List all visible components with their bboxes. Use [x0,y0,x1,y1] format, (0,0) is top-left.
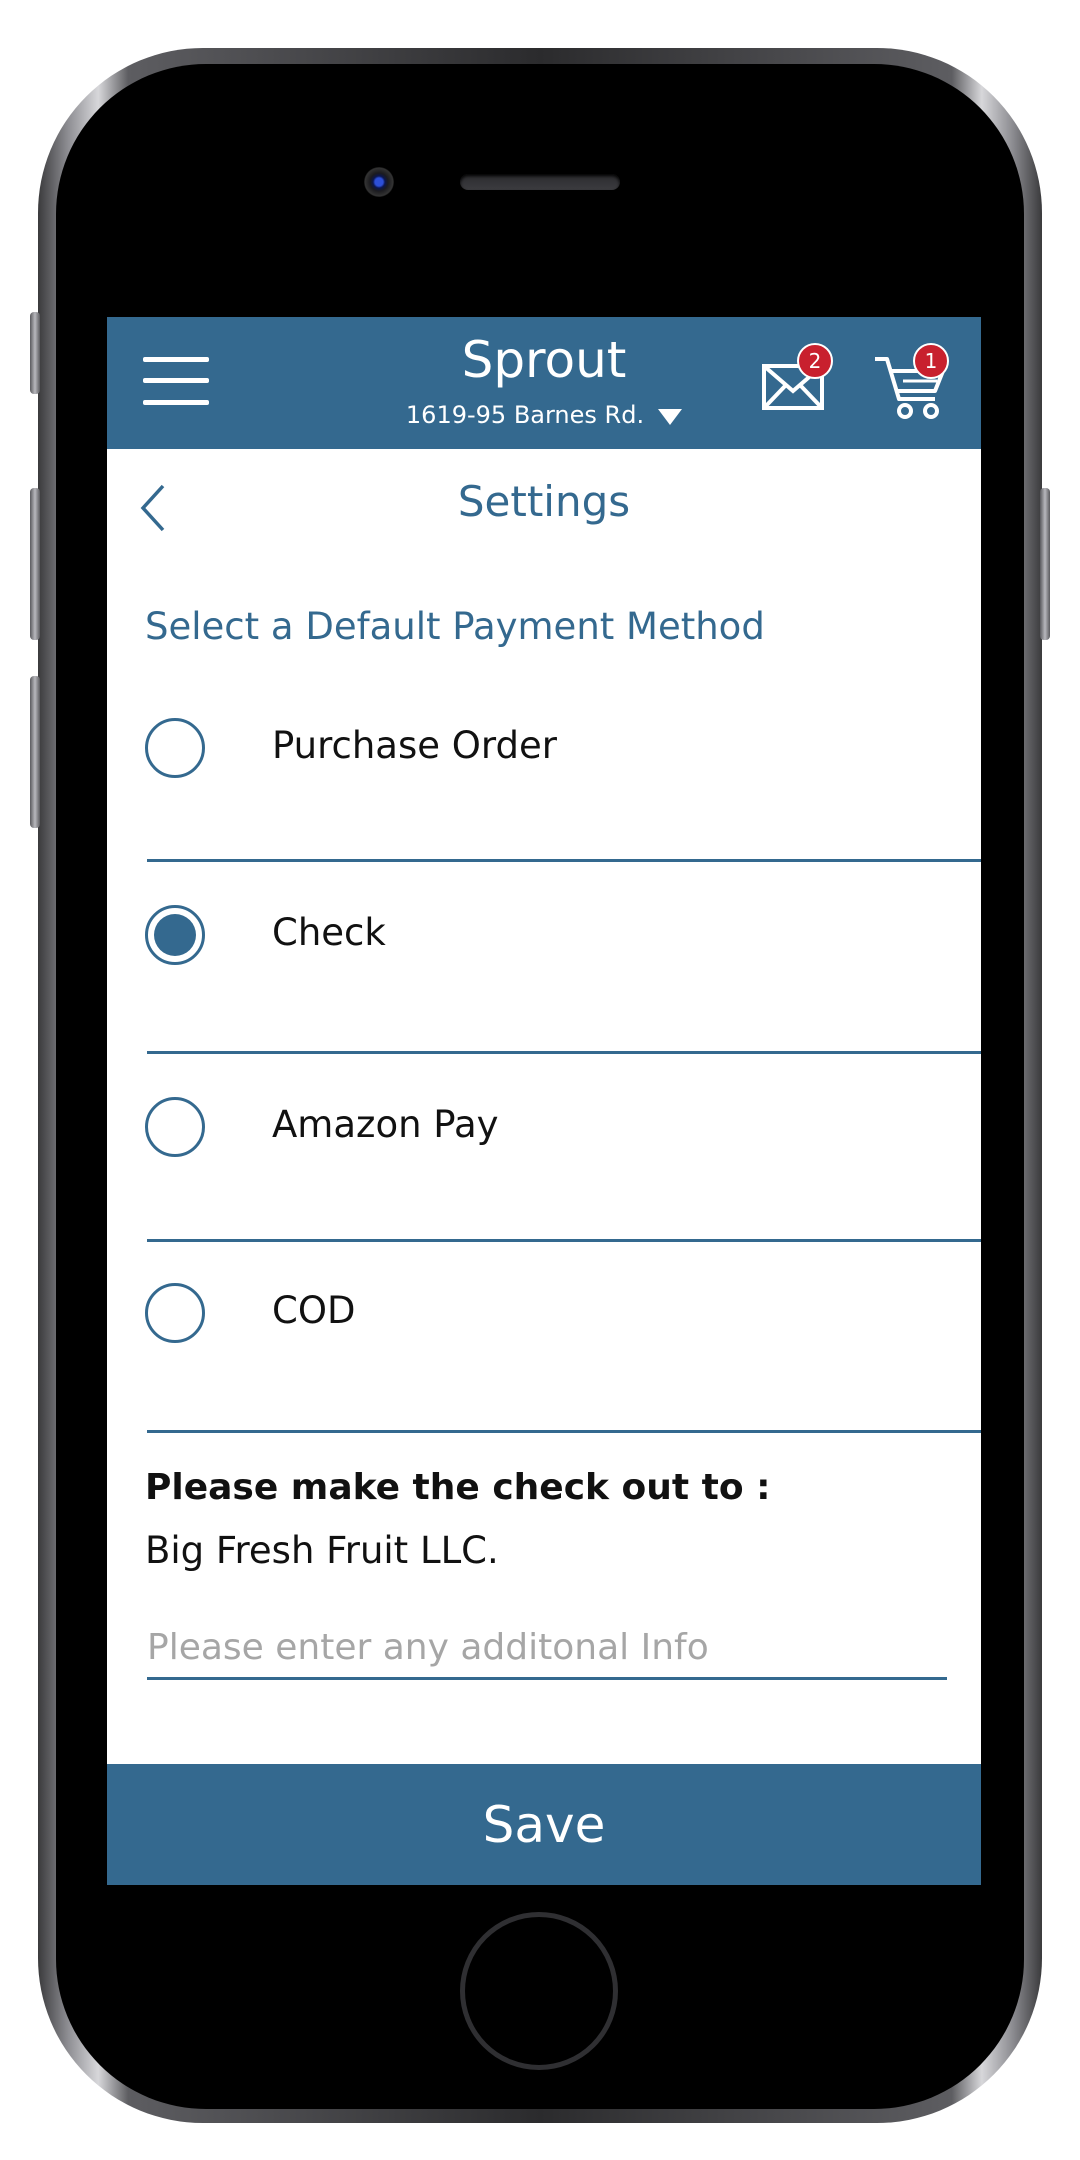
volume-down-button [30,676,40,828]
app-header: Sprout 1619-95 Barnes Rd. 2 1 [107,317,981,449]
speaker-grille [460,174,620,190]
check-payee-name: Big Fresh Fruit LLC. [145,1529,499,1572]
location-selector[interactable]: 1619-95 Barnes Rd. [357,401,731,429]
save-button[interactable]: Save [107,1764,981,1885]
hamburger-icon[interactable] [143,357,209,405]
option-label: Check [272,911,386,954]
cart-icon[interactable]: 1 [873,343,949,423]
option-label: Purchase Order [272,724,557,767]
radio-amazon-pay[interactable] [145,1097,205,1157]
payment-option-amazon-pay[interactable]: Amazon Pay [107,1053,981,1242]
radio-cod[interactable] [145,1283,205,1343]
radio-check[interactable] [145,905,205,965]
home-button[interactable] [460,1912,618,2070]
option-label: COD [272,1289,356,1332]
cart-badge: 1 [913,343,949,379]
location-label: 1619-95 Barnes Rd. [405,401,645,429]
option-label: Amazon Pay [272,1103,499,1146]
divider [147,1430,981,1433]
camera-icon [364,167,394,197]
payment-option-purchase-order[interactable]: Purchase Order [107,674,981,862]
app-screen: Sprout 1619-95 Barnes Rd. 2 1 Settings S… [107,317,981,1885]
app-title: Sprout [461,331,627,389]
additional-info-input[interactable] [147,1617,947,1680]
mute-switch [30,312,40,394]
check-payable-heading: Please make the check out to : [145,1467,771,1508]
payment-option-check[interactable]: Check [107,861,981,1054]
page-title: Settings [457,477,631,526]
caret-down-icon [658,409,683,425]
messages-badge: 2 [797,343,833,379]
volume-up-button [30,488,40,640]
chevron-left-icon[interactable] [139,483,167,533]
radio-purchase-order[interactable] [145,718,205,778]
mail-icon[interactable]: 2 [761,343,833,413]
power-button [1040,488,1050,640]
payment-option-cod[interactable]: COD [107,1239,981,1433]
payment-section-title: Select a Default Payment Method [145,605,765,648]
